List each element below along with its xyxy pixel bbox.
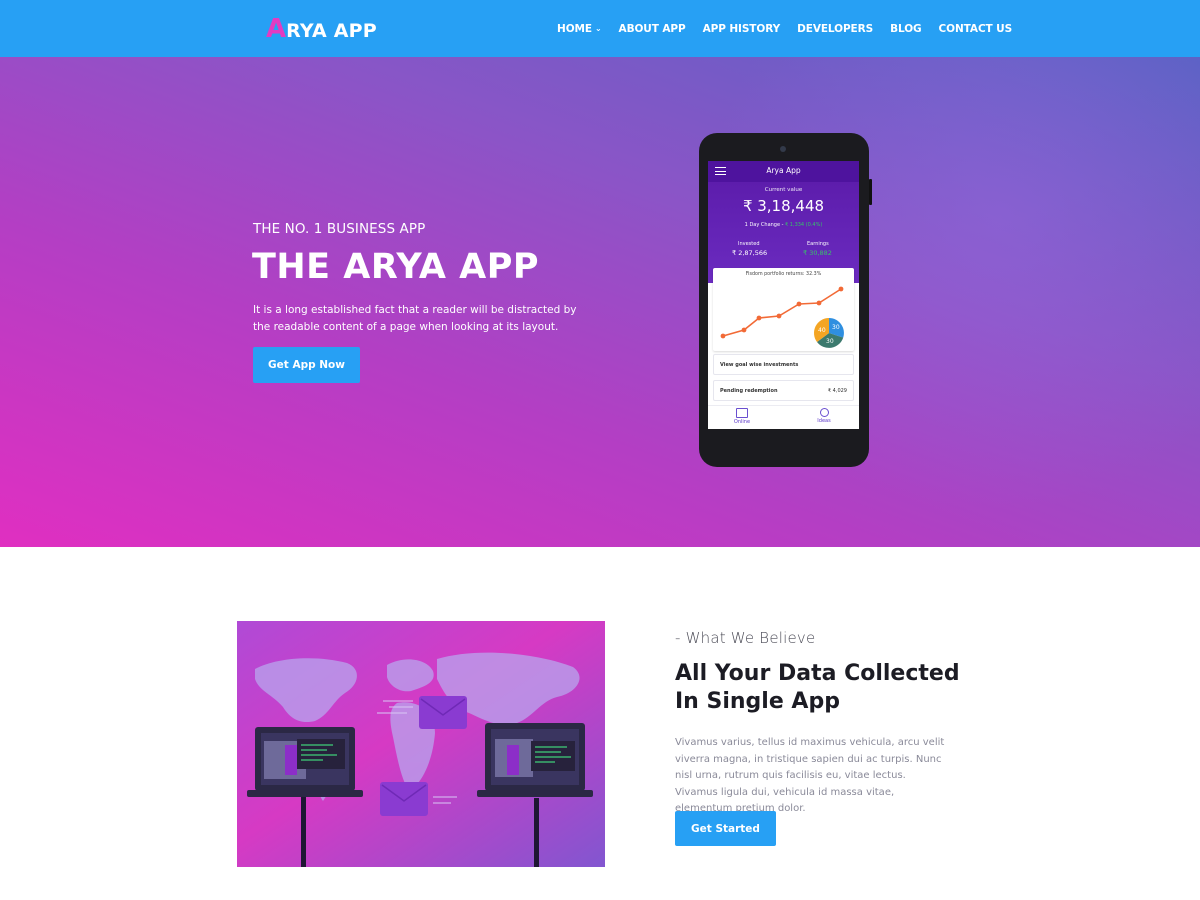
logo-text: RYA APP [286,20,377,42]
pending-redemption-row[interactable]: Pending redemption ₹ 4,029 [713,380,854,401]
get-app-now-button[interactable]: Get App Now [253,347,360,383]
tab-ideas[interactable]: Ideas [804,408,844,424]
day-change-value: ₹ 1,334 (0.4%) [785,222,823,228]
pending-redemption-amount: ₹ 4,029 [827,388,847,394]
hero-description: It is a long established fact that a rea… [253,304,577,333]
earnings-label: Earnings [807,241,829,247]
hero-eyebrow: THE NO. 1 BUSINESS APP [253,221,426,237]
site-header: A RYA APP HOME ⌄ ABOUT APP APP HISTORY D… [0,0,1200,57]
site-logo[interactable]: A RYA APP [266,14,377,44]
nav-developers[interactable]: DEVELOPERS [797,23,873,35]
current-value-label: Current value [764,187,803,193]
envelope-icon-bottom [380,782,428,816]
earnings-value: ₹ 30,882 [803,249,832,257]
hero-title: THE ARYA APP [252,247,540,287]
get-started-button[interactable]: Get Started [675,811,776,846]
logo-initial: A [266,14,287,44]
nav-about-app[interactable]: ABOUT APP [619,23,686,35]
section-subtitle: - What We Believe [675,629,816,647]
illustration-art [237,621,605,867]
tab-online-label: Online [733,419,751,425]
nav-home-label: HOME [557,22,592,35]
pie-label-c: 30 [826,338,834,345]
app-title: Arya App [766,166,801,175]
phone-side-button [869,179,872,205]
pie-label-a: 40 [818,327,826,334]
current-value: ₹ 3,18,448 [742,197,825,215]
nav-about-label: ABOUT APP [618,22,686,35]
phone-mockup: Arya App Current value ₹ 3,18,448 1 Day … [699,133,872,467]
day-change: 1 Day Change - ₹ 1,334 (0.4%) [708,222,859,228]
returns-line-chart: 40 30 30 [720,286,844,348]
nav-blog-label: BLOG [890,22,922,35]
world-map-illustration [237,621,605,867]
allocation-pie: 40 30 30 [814,318,844,348]
app-bar: Arya App [708,161,859,182]
nav-blog[interactable]: BLOG [890,22,922,35]
lightbulb-icon [819,408,829,417]
goal-investments-label: View goal wise investments [720,362,799,368]
app-summary-panel: Arya App Current value ₹ 3,18,448 1 Day … [708,161,859,283]
nav-contact-label: CONTACT US [938,22,1013,35]
section-description: Vivamus varius, tellus id maximus vehicu… [675,737,945,814]
app-bottom-tabs: Online Ideas [708,405,859,429]
nav-contact-us[interactable]: CONTACT US [939,23,1013,35]
pie-label-b: 30 [832,324,840,331]
phone-camera [780,146,786,152]
tab-ideas-label: Ideas [817,418,831,424]
online-icon [736,408,748,418]
invested-value: ₹ 2,87,566 [732,249,768,257]
day-change-label: 1 Day Change - [744,222,786,228]
nav-home[interactable]: HOME ⌄ [557,23,602,35]
invested-label: Invested [738,241,760,247]
tab-online[interactable]: Online [722,408,762,425]
main-nav: HOME ⌄ ABOUT APP APP HISTORY DEVELOPERS … [557,0,1012,57]
hero-section: THE NO. 1 BUSINESS APP THE ARYA APP It i… [0,57,1200,547]
nav-history-label: APP HISTORY [702,22,781,35]
nav-app-history[interactable]: APP HISTORY [703,23,781,35]
envelope-icon-top [419,696,467,729]
pending-redemption-label: Pending redemption [720,388,778,394]
phone-screen: Arya App Current value ₹ 3,18,448 1 Day … [708,161,859,429]
goal-investments-row[interactable]: View goal wise investments [713,354,854,375]
chevron-down-icon: ⌄ [594,24,602,33]
nav-developers-label: DEVELOPERS [797,22,874,35]
returns-chart-card: Fisdom portfolio returns: 32.3% 40 30 30 [713,268,854,351]
section-title: All Your Data Collected In Single App [675,661,960,714]
